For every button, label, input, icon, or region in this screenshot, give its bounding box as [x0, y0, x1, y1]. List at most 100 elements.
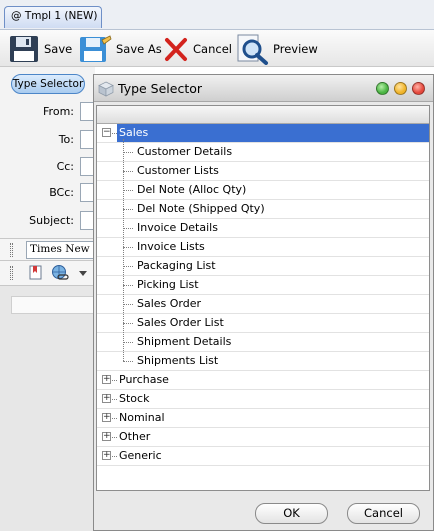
- tree-leaf-item[interactable]: Sales Order: [97, 295, 429, 314]
- selection-highlight: [117, 124, 429, 142]
- from-label: From:: [43, 105, 74, 118]
- type-tree: − Sales Customer Details Customer Lists Del …: [96, 105, 430, 491]
- tree-connector: [123, 152, 133, 153]
- tree-leaf-item[interactable]: Shipment Details: [97, 333, 429, 352]
- chevron-down-icon[interactable]: [79, 271, 87, 276]
- ok-button[interactable]: OK: [255, 503, 328, 524]
- tree-leaf-item[interactable]: Invoice Details: [97, 219, 429, 238]
- tree-node-other[interactable]: + Other: [97, 428, 429, 447]
- tree-leaf-item[interactable]: Customer Lists: [97, 162, 429, 181]
- editor-insert-toolbar: [0, 261, 95, 285]
- hyperlink-icon[interactable]: [51, 264, 69, 281]
- type-selector-dialog: Type Selector − Sales Customer Details Cust…: [93, 74, 434, 531]
- minimize-button[interactable]: [394, 82, 407, 95]
- editor-canvas[interactable]: [0, 285, 95, 531]
- floppy-disk-icon: [10, 35, 38, 62]
- tree-node-purchase[interactable]: + Purchase: [97, 371, 429, 390]
- tree-node-label: Sales: [119, 126, 149, 139]
- tree-leaf-label: Sales Order List: [137, 316, 224, 329]
- magnifier-document-icon: [237, 34, 268, 65]
- expand-icon[interactable]: +: [102, 394, 111, 403]
- tree-node-generic[interactable]: + Generic: [97, 447, 429, 466]
- tree-connector: [123, 304, 133, 305]
- document-tab-bar: @ Tmpl 1 (NEW): [0, 0, 434, 30]
- tree-leaf-label: Del Note (Alloc Qty): [137, 183, 247, 196]
- tree-node-nominal[interactable]: + Nominal: [97, 409, 429, 428]
- floppy-disk-pencil-icon: [80, 34, 112, 62]
- tree-node-label: Nominal: [119, 411, 165, 424]
- expand-icon[interactable]: +: [102, 451, 111, 460]
- bookmark-page-icon[interactable]: [29, 265, 42, 280]
- tree-leaf-label: Customer Lists: [137, 164, 219, 177]
- cancel-dialog-button[interactable]: Cancel: [347, 503, 420, 524]
- tree-leaf-item[interactable]: Picking List: [97, 276, 429, 295]
- font-name-select[interactable]: Times New Roman: [26, 241, 95, 259]
- toolbar-grip[interactable]: [10, 243, 13, 257]
- maximize-button[interactable]: [376, 82, 389, 95]
- cube-icon: [98, 81, 114, 97]
- tree-column-header: [97, 106, 429, 124]
- preview-label: Preview: [273, 41, 318, 56]
- tree-leaf-item[interactable]: Invoice Lists: [97, 238, 429, 257]
- tree-leaf-item[interactable]: Del Note (Shipped Qty): [97, 200, 429, 219]
- expand-icon[interactable]: +: [102, 375, 111, 384]
- tree-connector: [112, 456, 117, 457]
- tree-leaf-label: Invoice Details: [137, 221, 218, 234]
- close-button[interactable]: [412, 82, 425, 95]
- dialog-title: Type Selector: [118, 81, 203, 96]
- cc-label: Cc:: [56, 160, 74, 173]
- tree-node-label: Generic: [119, 449, 162, 462]
- toolbar-grip[interactable]: [10, 266, 13, 280]
- preview-button[interactable]: Preview: [235, 32, 318, 65]
- tree-connector: [112, 418, 117, 419]
- tree-connector: [123, 171, 133, 172]
- tree-leaf-item[interactable]: Packaging List: [97, 257, 429, 276]
- tree-leaf-label: Picking List: [137, 278, 199, 291]
- tree-leaf-item[interactable]: Shipments List: [97, 352, 429, 371]
- tree-node-label: Purchase: [119, 373, 169, 386]
- expand-icon[interactable]: +: [102, 432, 111, 441]
- tree-connector: [123, 209, 133, 210]
- save-as-label: Save As: [116, 41, 162, 56]
- tree-connector: [112, 399, 117, 400]
- expand-icon[interactable]: +: [102, 413, 111, 422]
- cancel-button[interactable]: Cancel: [163, 32, 232, 65]
- tree-leaf-label: Shipments List: [137, 354, 219, 367]
- tree-leaf-item[interactable]: Del Note (Alloc Qty): [97, 181, 429, 200]
- type-selector-button[interactable]: Type Selector: [11, 74, 85, 94]
- tree-connector: [123, 247, 133, 248]
- subject-label: Subject:: [29, 214, 74, 227]
- tree-leaf-label: Customer Details: [137, 145, 233, 158]
- editor-ruler: [11, 296, 95, 314]
- tree-connector: [123, 266, 133, 267]
- tree-connector: [112, 380, 117, 381]
- tree-node-sales[interactable]: − Sales: [97, 124, 429, 143]
- tree-node-label: Stock: [119, 392, 150, 405]
- tree-connector: [123, 190, 133, 191]
- editor-font-toolbar: Times New Roman: [0, 238, 95, 261]
- tree-connector: [123, 285, 133, 286]
- red-x-icon: [165, 37, 187, 61]
- tree-leaf-label: Invoice Lists: [137, 240, 205, 253]
- tree-leaf-item[interactable]: Sales Order List: [97, 314, 429, 333]
- cancel-label: Cancel: [193, 41, 232, 56]
- tree-leaf-label: Shipment Details: [137, 335, 232, 348]
- save-as-button[interactable]: Save As: [78, 32, 162, 65]
- document-tab[interactable]: @ Tmpl 1 (NEW): [4, 6, 102, 28]
- tree-connector: [123, 228, 133, 229]
- tree-leaf-label: Sales Order: [137, 297, 202, 310]
- tree-leaf-label: Del Note (Shipped Qty): [137, 202, 265, 215]
- tree-leaf-item[interactable]: Customer Details: [97, 143, 429, 162]
- save-label: Save: [44, 41, 73, 56]
- tree-leaf-label: Packaging List: [137, 259, 216, 272]
- to-label: To:: [58, 133, 74, 146]
- save-button[interactable]: Save: [8, 32, 72, 65]
- main-toolbar: Save Save As Cancel Preview: [0, 30, 434, 67]
- tree-connector: [123, 323, 133, 324]
- tree-branch-line: [123, 139, 124, 361]
- tree-connector: [112, 437, 117, 438]
- bcc-label: BCc:: [49, 186, 74, 199]
- tree-node-stock[interactable]: + Stock: [97, 390, 429, 409]
- collapse-icon[interactable]: −: [102, 128, 111, 137]
- dialog-title-bar[interactable]: Type Selector: [94, 75, 433, 102]
